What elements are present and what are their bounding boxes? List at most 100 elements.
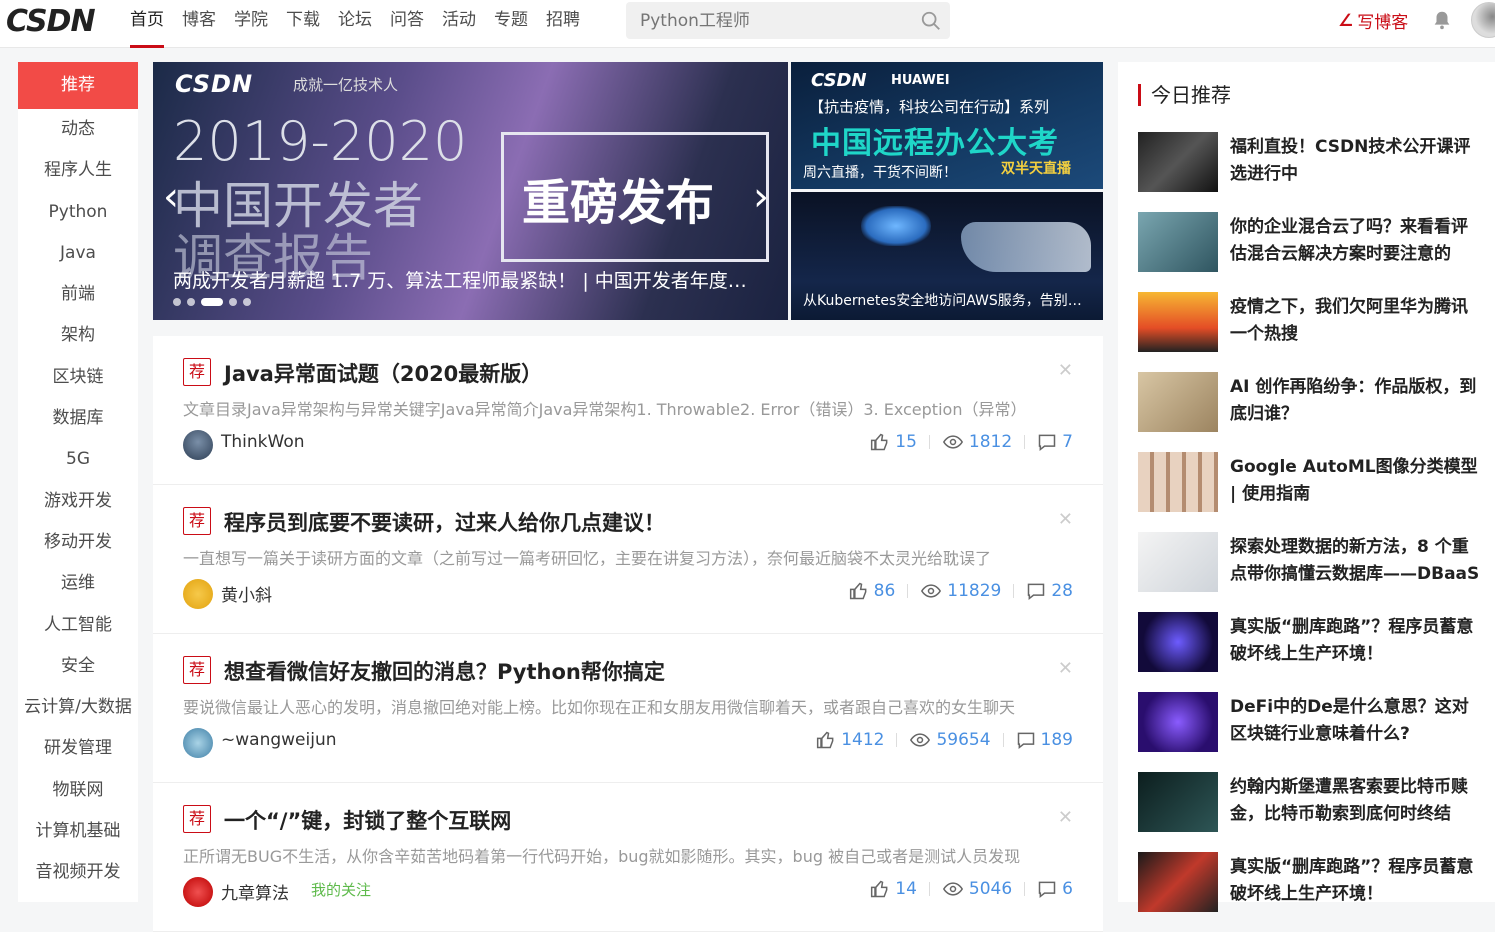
recommend-thumbnail[interactable] bbox=[1138, 372, 1218, 432]
article-card[interactable]: 荐 想查看微信好友撤回的消息？Python帮你搞定 ✕ 要说微信最让人恶心的发明… bbox=[153, 634, 1103, 783]
carousel-dot[interactable] bbox=[173, 298, 181, 306]
sidebar-item-feed[interactable]: 动态 bbox=[18, 109, 138, 150]
nav-qa[interactable]: 问答 bbox=[390, 0, 424, 48]
carousel-prev-icon[interactable]: ‹ bbox=[163, 174, 179, 220]
recommend-thumbnail[interactable] bbox=[1138, 852, 1218, 912]
carousel-dot[interactable] bbox=[243, 298, 251, 306]
close-icon[interactable]: ✕ bbox=[1058, 509, 1073, 530]
carousel-dot-active[interactable] bbox=[201, 298, 223, 306]
recommend-title[interactable]: 探索处理数据的新方法，8 个重点带你搞懂云数据库——DBaaS bbox=[1230, 534, 1480, 590]
sidebar-item-life[interactable]: 程序人生 bbox=[18, 150, 138, 191]
article-title[interactable]: 想查看微信好友撤回的消息？Python帮你搞定 bbox=[224, 656, 665, 686]
author-name[interactable]: ~wangweijun bbox=[221, 730, 337, 750]
article-card[interactable]: 荐 一个“/”键，封锁了整个互联网 ✕ 正所谓无BUG不生活，从你含辛茹苦地码着… bbox=[153, 783, 1103, 932]
recommend-item[interactable]: 探索处理数据的新方法，8 个重点带你搞懂云数据库——DBaaS bbox=[1138, 532, 1488, 612]
recommend-thumbnail[interactable] bbox=[1138, 612, 1218, 672]
recommend-title[interactable]: 真实版“删库跑路”？程序员蓄意破坏线上生产环境！ bbox=[1230, 854, 1480, 910]
recommend-thumbnail[interactable] bbox=[1138, 452, 1218, 512]
article-title[interactable]: 程序员到底要不要读研，过来人给你几点建议！ bbox=[224, 507, 665, 537]
sidebar-item-iot[interactable]: 物联网 bbox=[18, 770, 138, 811]
comment-stat[interactable]: 7 bbox=[1037, 432, 1073, 452]
author-avatar[interactable] bbox=[183, 579, 213, 609]
sidebar-item-database[interactable]: 数据库 bbox=[18, 398, 138, 439]
search-input[interactable] bbox=[626, 2, 896, 39]
sidebar-item-cloud[interactable]: 云计算/大数据 bbox=[18, 687, 138, 728]
sidebar-item-python[interactable]: Python bbox=[18, 192, 138, 233]
sidebar-item-basics[interactable]: 计算机基础 bbox=[18, 811, 138, 852]
sidebar-item-mobile[interactable]: 移动开发 bbox=[18, 522, 138, 563]
like-stat[interactable]: 86 bbox=[849, 581, 895, 601]
csdn-logo[interactable]: CSDN bbox=[6, 4, 96, 39]
recommend-title[interactable]: 真实版“删库跑路”？程序员蓄意破坏线上生产环境！ bbox=[1230, 614, 1480, 670]
recommend-title[interactable]: 你的企业混合云了吗？来看看评估混合云解决方案时要注意的 bbox=[1230, 214, 1480, 270]
close-icon[interactable]: ✕ bbox=[1058, 807, 1073, 828]
recommend-thumbnail[interactable] bbox=[1138, 692, 1218, 752]
recommend-item[interactable]: 疫情之下，我们欠阿里华为腾讯一个热搜 bbox=[1138, 292, 1488, 372]
comment-stat[interactable]: 6 bbox=[1037, 879, 1073, 899]
author-avatar[interactable] bbox=[183, 430, 213, 460]
nav-topics[interactable]: 专题 bbox=[494, 0, 528, 48]
close-icon[interactable]: ✕ bbox=[1058, 360, 1073, 381]
author-avatar[interactable] bbox=[183, 877, 213, 907]
recommend-item[interactable]: AI 创作再陷纷争：作品版权，到底归谁？ bbox=[1138, 372, 1488, 452]
author-name[interactable]: ThinkWon bbox=[221, 432, 305, 452]
article-card[interactable]: 荐 Java异常面试题（2020最新版） ✕ 文章目录Java异常架构与异常关键… bbox=[153, 336, 1103, 485]
nav-events[interactable]: 活动 bbox=[442, 0, 476, 48]
recommend-thumbnail[interactable] bbox=[1138, 772, 1218, 832]
article-summary[interactable]: 一直想写一篇关于读研方面的文章（之前写过一篇考研回忆，主要在讲复习方法），奈何最… bbox=[183, 545, 1063, 569]
article-title[interactable]: 一个“/”键，封锁了整个互联网 bbox=[224, 805, 511, 835]
recommend-item[interactable]: 福利直投！CSDN技术公开课评选进行中 bbox=[1138, 132, 1488, 212]
write-blog-button[interactable]: ∠ 写博客 bbox=[1338, 8, 1408, 34]
close-icon[interactable]: ✕ bbox=[1058, 658, 1073, 679]
sidebar-item-architecture[interactable]: 架构 bbox=[18, 315, 138, 356]
carousel-dot[interactable] bbox=[229, 298, 237, 306]
recommend-title[interactable]: 疫情之下，我们欠阿里华为腾讯一个热搜 bbox=[1230, 294, 1480, 350]
recommend-item[interactable]: 约翰内斯堡遭黑客索要比特币赎金，比特币勒索到底何时终结 bbox=[1138, 772, 1488, 852]
comment-stat[interactable]: 28 bbox=[1026, 581, 1073, 601]
recommend-thumbnail[interactable] bbox=[1138, 292, 1218, 352]
nav-download[interactable]: 下载 bbox=[286, 0, 320, 48]
article-title[interactable]: Java异常面试题（2020最新版） bbox=[224, 358, 542, 388]
recommend-item[interactable]: 真实版“删库跑路”？程序员蓄意破坏线上生产环境！ bbox=[1138, 852, 1488, 932]
article-summary[interactable]: 文章目录Java异常架构与异常关键字Java异常简介Java异常架构1. Thr… bbox=[183, 396, 1063, 420]
carousel-next-icon[interactable]: › bbox=[753, 174, 769, 220]
author-name[interactable]: 黄小斜 bbox=[221, 581, 272, 606]
sidebar-item-frontend[interactable]: 前端 bbox=[18, 274, 138, 315]
user-avatar[interactable] bbox=[1471, 2, 1495, 38]
sidebar-item-security[interactable]: 安全 bbox=[18, 646, 138, 687]
sidebar-item-ops[interactable]: 运维 bbox=[18, 563, 138, 604]
banner-carousel[interactable]: CSDN 成就一亿技术人 2019-2020 中国开发者 调查报告 重磅发布 ‹… bbox=[153, 62, 788, 320]
sidebar-item-gamedev[interactable]: 游戏开发 bbox=[18, 481, 138, 522]
like-stat[interactable]: 1412 bbox=[816, 730, 884, 750]
like-stat[interactable]: 14 bbox=[870, 879, 917, 899]
nav-forum[interactable]: 论坛 bbox=[338, 0, 372, 48]
recommend-item[interactable]: 你的企业混合云了吗？来看看评估混合云解决方案时要注意的 bbox=[1138, 212, 1488, 292]
recommend-item[interactable]: DeFi中的De是什么意思？这对区块链行业意味着什么? bbox=[1138, 692, 1488, 772]
author-avatar[interactable] bbox=[183, 728, 213, 758]
sidebar-item-blockchain[interactable]: 区块链 bbox=[18, 357, 138, 398]
like-stat[interactable]: 15 bbox=[870, 432, 917, 452]
sidebar-item-rd[interactable]: 研发管理 bbox=[18, 728, 138, 769]
sidebar-item-java[interactable]: Java bbox=[18, 233, 138, 274]
recommend-item[interactable]: Google AutoML图像分类模型 | 使用指南 bbox=[1138, 452, 1488, 532]
article-summary[interactable]: 正所谓无BUG不生活，从你含辛茹苦地码着第一行代码开始，bug就如影随形。其实，… bbox=[183, 843, 1063, 867]
recommend-thumbnail[interactable] bbox=[1138, 132, 1218, 192]
nav-academy[interactable]: 学院 bbox=[234, 0, 268, 48]
comment-stat[interactable]: 189 bbox=[1016, 730, 1073, 750]
recommend-title[interactable]: AI 创作再陷纷争：作品版权，到底归谁？ bbox=[1230, 374, 1480, 430]
recommend-thumbnail[interactable] bbox=[1138, 212, 1218, 272]
sidebar-item-5g[interactable]: 5G bbox=[18, 439, 138, 480]
sidebar-item-ai[interactable]: 人工智能 bbox=[18, 605, 138, 646]
recommend-title[interactable]: 福利直投！CSDN技术公开课评选进行中 bbox=[1230, 134, 1480, 190]
banner-caption[interactable]: 两成开发者月薪超 1.7 万、算法工程师最紧缺！ | 中国开发者年度报告 bbox=[173, 266, 763, 293]
recommend-title[interactable]: 约翰内斯堡遭黑客索要比特币赎金，比特币勒索到底何时终结 bbox=[1230, 774, 1480, 830]
nav-home[interactable]: 首页 bbox=[130, 0, 164, 48]
search-icon[interactable] bbox=[920, 10, 942, 32]
nav-jobs[interactable]: 招聘 bbox=[546, 0, 580, 48]
recommend-thumbnail[interactable] bbox=[1138, 532, 1218, 592]
article-card[interactable]: 荐 程序员到底要不要读研，过来人给你几点建议！ ✕ 一直想写一篇关于读研方面的文… bbox=[153, 485, 1103, 634]
bell-icon[interactable] bbox=[1431, 9, 1453, 31]
carousel-dot[interactable] bbox=[187, 298, 195, 306]
article-summary[interactable]: 要说微信最让人恶心的发明，消息撤回绝对能上榜。比如你现在正和女朋友用微信聊着天，… bbox=[183, 694, 1063, 718]
sidebar-item-av[interactable]: 音视频开发 bbox=[18, 852, 138, 893]
